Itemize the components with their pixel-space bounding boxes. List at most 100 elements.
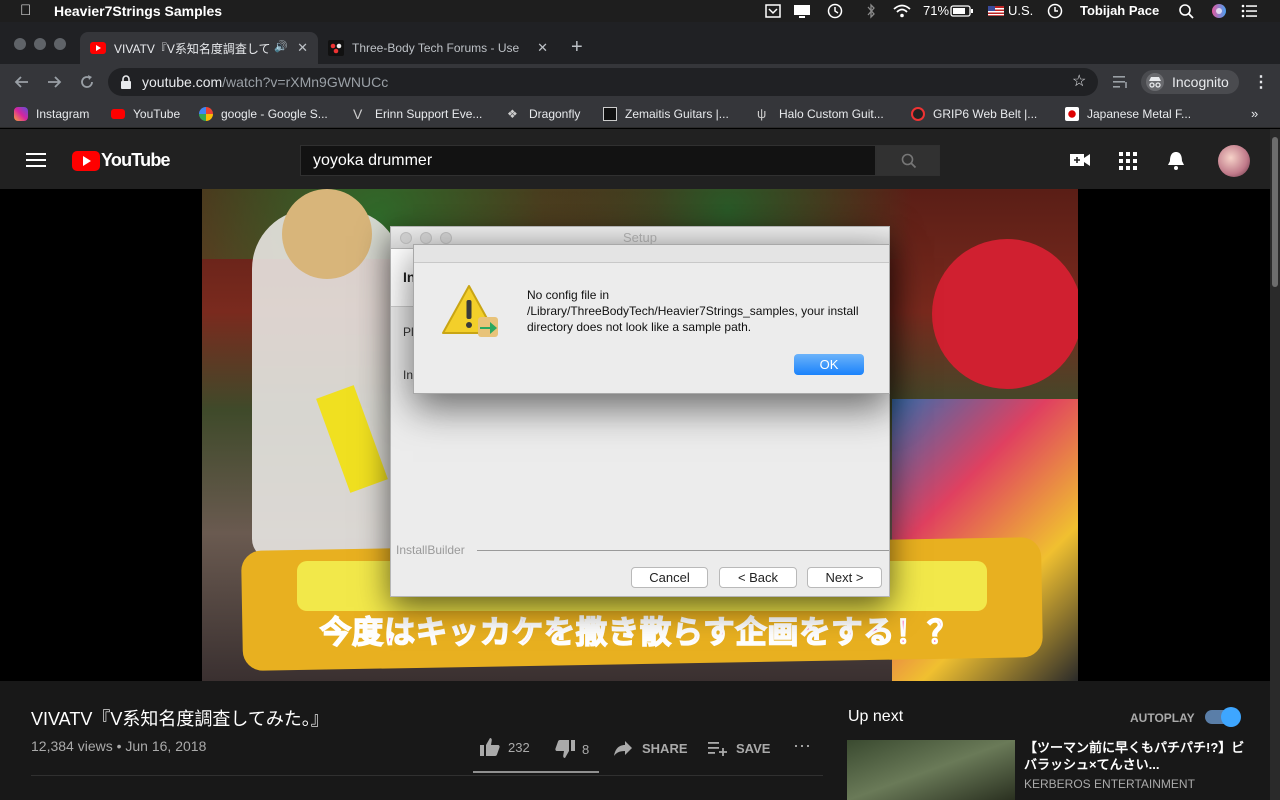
alert-top-strip (414, 245, 889, 263)
views-date: 12,384 views • Jun 16, 2018 (31, 738, 207, 754)
reload-icon[interactable] (77, 72, 97, 92)
display-icon[interactable] (793, 3, 811, 19)
bookmark-dragonfly[interactable]: ❖ Dragonfly (507, 107, 580, 121)
back-arrow-icon[interactable] (12, 72, 32, 92)
chrome-menu-icon[interactable]: ⋮ (1253, 72, 1269, 92)
tab-vivatv[interactable]: VIVATV『V系知名度調査して 🔊 ✕ (80, 32, 318, 64)
media-queue-icon[interactable] (1112, 74, 1130, 90)
bookmark-label: Halo Custom Guit... (779, 107, 884, 121)
tab-audio-icon[interactable]: 🔊 (274, 40, 288, 53)
notification-center-icon[interactable] (1240, 3, 1258, 19)
bookmarks-overflow-icon[interactable]: » (1251, 106, 1258, 121)
apple-menu-icon[interactable]:  (20, 2, 31, 19)
save-button[interactable]: SAVE (708, 740, 770, 756)
apps-grid-icon[interactable] (1119, 152, 1137, 170)
macos-menubar:  Heavier7Strings Samples 71% U.S. Tobij… (0, 0, 1280, 22)
time-machine-icon[interactable] (826, 3, 844, 19)
bookmark-label: Erinn Support Eve... (375, 107, 483, 121)
notifications-bell-icon[interactable] (1167, 151, 1185, 171)
alert-message: No config file in /Library/ThreeBodyTech… (527, 288, 859, 334)
tab-threebody-forums[interactable]: Three-Body Tech Forums - Use ✕ (318, 32, 558, 64)
person-left-head (282, 189, 372, 279)
bookmark-star-icon[interactable]: ☆ (1072, 71, 1086, 91)
next-button[interactable]: Next > (807, 567, 882, 588)
add-to-playlist-icon (708, 742, 727, 756)
back-button[interactable]: < Back (719, 567, 797, 588)
battery-icon[interactable] (950, 3, 974, 19)
bookmark-label: YouTube (133, 107, 181, 121)
page-scrollbar[interactable] (1270, 129, 1280, 800)
bookmark-grip6[interactable]: GRIP6 Web Belt |... (911, 107, 1037, 121)
bookmark-erinn[interactable]: V Erinn Support Eve... (353, 107, 482, 121)
window-minimize-button[interactable] (34, 38, 46, 50)
thumbs-down-icon (555, 740, 575, 758)
grip6-icon (911, 107, 925, 121)
bookmark-youtube[interactable]: YouTube (111, 107, 180, 121)
autoplay-toggle-knob (1221, 707, 1241, 727)
window-zoom-button[interactable] (54, 38, 66, 50)
youtube-logo-text: YouTube (101, 150, 171, 170)
bookmark-japanese-metal[interactable]: Japanese Metal F... (1065, 107, 1191, 121)
bookmark-label: Instagram (36, 107, 90, 121)
share-button[interactable]: SHARE (613, 740, 688, 756)
bookmark-zemaitis[interactable]: Zemaitis Guitars |... (603, 107, 729, 121)
bookmark-label: Japanese Metal F... (1087, 107, 1192, 121)
save-label: SAVE (736, 740, 771, 756)
user-avatar[interactable] (1218, 145, 1250, 177)
address-bar[interactable]: youtube.com/watch?v=rXMn9GWNUCc ☆ (108, 68, 1098, 96)
search-input[interactable]: yoyoka drummer (300, 145, 876, 176)
setup-zoom-button[interactable] (440, 232, 452, 244)
up-next-channel: KERBEROS ENTERTAINMENT (1024, 777, 1195, 791)
spotlight-search-icon[interactable] (1178, 3, 1196, 19)
autoplay-label: AUTOPLAY (1130, 711, 1195, 725)
url-domain: youtube.com (142, 74, 223, 90)
ok-button[interactable]: OK (794, 354, 864, 375)
youtube-logo[interactable]: YouTube (72, 150, 171, 171)
youtube-logo-icon (72, 150, 100, 171)
new-tab-button[interactable]: + (571, 36, 583, 59)
us-flag-icon[interactable] (987, 3, 1005, 19)
dragonfly-icon: ❖ (507, 107, 518, 121)
like-button[interactable]: 232 (480, 738, 530, 756)
youtube-favicon-icon (90, 42, 106, 54)
incognito-profile-button[interactable]: Incognito (1141, 70, 1239, 94)
setup-close-button[interactable] (400, 232, 412, 244)
threebody-favicon-icon (328, 40, 344, 56)
window-close-button[interactable] (14, 38, 26, 50)
user-name[interactable]: Tobijah Pace (1080, 3, 1159, 18)
hamburger-menu-icon[interactable] (26, 151, 46, 169)
dislike-button[interactable]: 8 (555, 740, 589, 758)
clock-icon[interactable] (1046, 3, 1064, 19)
forward-arrow-icon[interactable] (44, 72, 64, 92)
siri-icon[interactable] (1210, 3, 1228, 19)
up-next-thumbnail[interactable] (847, 740, 1015, 800)
bookmark-label: GRIP6 Web Belt |... (933, 107, 1038, 121)
scrollbar-thumb[interactable] (1272, 137, 1278, 287)
like-count: 232 (508, 739, 530, 755)
info-divider (31, 775, 823, 776)
bookmark-google[interactable]: google - Google S... (199, 107, 328, 121)
setup-install-label: In (403, 368, 414, 382)
setup-minimize-button[interactable] (420, 232, 432, 244)
incognito-label: Incognito (1172, 74, 1229, 90)
instagram-icon (14, 107, 28, 121)
airdrop-box-icon[interactable] (764, 3, 782, 19)
bluetooth-icon[interactable] (862, 3, 880, 19)
input-source-label[interactable]: U.S. (1008, 3, 1033, 18)
tab-close-icon[interactable]: ✕ (297, 40, 308, 56)
tab-close-icon[interactable]: ✕ (537, 40, 548, 56)
search-button[interactable] (876, 145, 940, 176)
battery-percent[interactable]: 71% (923, 3, 949, 18)
bookmark-instagram[interactable]: Instagram (14, 107, 89, 121)
up-next-heading: Up next (848, 708, 904, 725)
bookmark-halo[interactable]: ψ Halo Custom Guit... (757, 107, 884, 122)
cancel-button[interactable]: Cancel (631, 567, 708, 588)
wifi-icon[interactable] (892, 3, 912, 19)
create-video-icon[interactable] (1070, 152, 1090, 168)
sentiment-bar (473, 771, 599, 773)
up-next-title[interactable]: 【ツーマン前に早くもパチパチ!?】ビバラッシュ×てんさい... (1024, 739, 1254, 773)
youtube-icon (111, 109, 125, 119)
autoplay-toggle[interactable] (1205, 707, 1241, 727)
more-actions-icon[interactable]: ⋯ (793, 736, 811, 757)
app-menu-name[interactable]: Heavier7Strings Samples (54, 3, 222, 19)
